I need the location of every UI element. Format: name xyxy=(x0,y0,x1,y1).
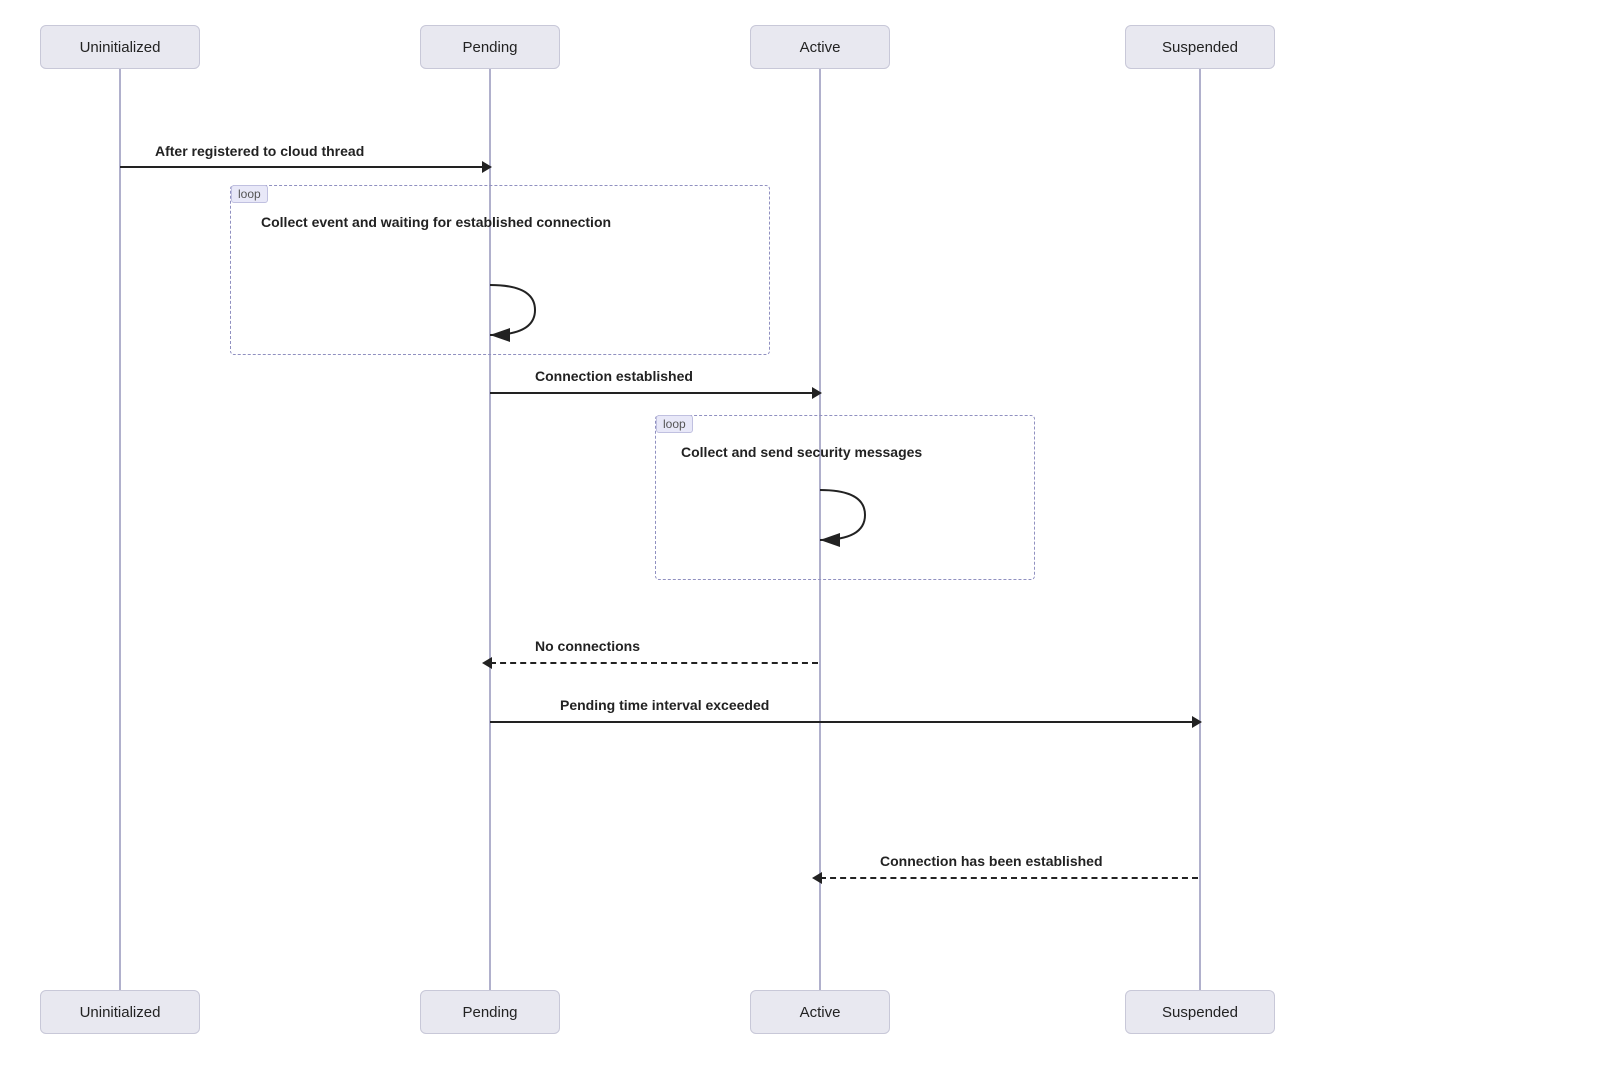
msg2-label: Connection established xyxy=(535,368,693,384)
msg5-label: Connection has been established xyxy=(880,853,1103,869)
lifeline-box-active-top: Active xyxy=(750,25,890,69)
msg5-arrowhead xyxy=(812,872,822,884)
msg3-arrowhead xyxy=(482,657,492,669)
msg4-label: Pending time interval exceeded xyxy=(560,697,769,713)
msg1-line xyxy=(120,166,488,168)
lifeline-box-uninitialized-top: Uninitialized xyxy=(40,25,200,69)
msg4-arrowhead xyxy=(1192,716,1202,728)
msg4-line xyxy=(490,721,1198,723)
loop-label-1: loop xyxy=(231,185,268,203)
lifeline-box-suspended-bottom: Suspended xyxy=(1125,990,1275,1034)
msg2-line xyxy=(490,392,818,394)
msg3-line xyxy=(490,662,818,664)
loop-inner-text-1: Collect event and waiting for establishe… xyxy=(261,214,759,230)
self-arrow-pending xyxy=(455,285,535,335)
msg3-label: No connections xyxy=(535,638,640,654)
lifeline-box-active-bottom: Active xyxy=(750,990,890,1034)
self-arrow-active xyxy=(785,490,865,540)
msg1-arrowhead xyxy=(482,161,492,173)
loop-inner-text-2: Collect and send security messages xyxy=(681,444,1024,460)
lifeline-box-uninitialized-bottom: Uninitialized xyxy=(40,990,200,1034)
sequence-diagram: Uninitialized Pending Active Suspended U… xyxy=(0,0,1602,1087)
msg2-arrowhead xyxy=(812,387,822,399)
lifeline-box-pending-top: Pending xyxy=(420,25,560,69)
lifeline-box-pending-bottom: Pending xyxy=(420,990,560,1034)
msg5-line xyxy=(820,877,1198,879)
lifeline-uninitialized xyxy=(119,69,121,990)
loop-label-2: loop xyxy=(656,415,693,433)
lifeline-box-suspended-top: Suspended xyxy=(1125,25,1275,69)
msg1-label: After registered to cloud thread xyxy=(155,143,364,159)
lifeline-suspended xyxy=(1199,69,1201,990)
